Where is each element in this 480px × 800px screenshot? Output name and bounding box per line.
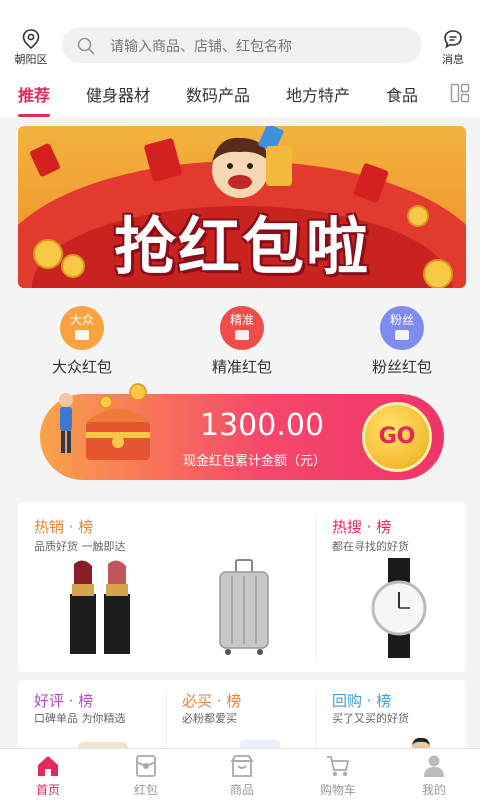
nav-label: 购物车: [319, 783, 356, 797]
cash-total-caption: 现金红包累计金额（元）: [183, 454, 327, 469]
ranking-title: 必买 · 榜: [182, 692, 242, 710]
ranking-subtitle: 都在寻找的好货: [332, 540, 409, 553]
hot-sales-ranking[interactable]: 热销 · 榜 品质好货 一触即达: [18, 502, 316, 672]
promo-banner[interactable]: 抢红包啦: [18, 126, 466, 288]
ranking-title: 好评 · 榜: [34, 692, 94, 710]
tab-food[interactable]: 食品: [386, 82, 418, 106]
nav-label: 我的: [421, 783, 446, 797]
go-label: GO: [378, 424, 416, 449]
home-icon: [38, 756, 58, 776]
ranking-subtitle: 买了又买的好货: [332, 712, 409, 725]
banner-title: 抢红包啦: [113, 210, 370, 283]
ranking-subtitle: 口碑单品 为你精选: [34, 712, 126, 725]
category-public-envelope[interactable]: 大众 大众红包: [32, 306, 132, 377]
red-envelope-icon: [136, 755, 156, 777]
nav-label: 首页: [35, 783, 60, 797]
nav-profile[interactable]: 我的: [404, 753, 464, 798]
envelope-categories: 大众 大众红包 精准 精准红包 粉丝 粉丝红包: [0, 296, 480, 378]
ranking-subtitle: 必粉都爱买: [182, 712, 237, 725]
cart-icon: [327, 756, 349, 776]
rankings-panel-top: 热销 · 榜 品质好货 一触即达 热搜 · 榜 都在寻找的好货: [18, 502, 466, 672]
ranking-title: 热搜 · 榜: [332, 518, 392, 536]
location-pin-icon: [22, 29, 40, 50]
nav-products[interactable]: 商品: [212, 753, 272, 798]
nav-label: 红包: [133, 783, 158, 797]
public-envelope-icon: 大众: [60, 306, 104, 350]
chat-bubble-icon: [444, 30, 462, 49]
suitcase-product-image: [219, 559, 269, 655]
precise-envelope-icon: 精准: [220, 306, 264, 350]
category-label: 精准红包: [211, 358, 272, 376]
lipstick-product-image: [70, 560, 130, 654]
category-label: 粉丝红包: [371, 358, 432, 376]
cash-total-amount: 1300.00: [200, 408, 325, 443]
treasure-chest-icon: [59, 383, 150, 460]
bottom-navigation: 首页 红包 商品 购物车 我的: [0, 748, 480, 800]
location-selector[interactable]: 朝阳区: [8, 28, 54, 67]
tab-recommend[interactable]: 推荐: [18, 82, 50, 106]
watch-product-image: [371, 558, 427, 658]
nav-red-envelope[interactable]: 红包: [116, 753, 176, 798]
category-fans-envelope[interactable]: 粉丝 粉丝红包: [352, 306, 452, 377]
nav-home[interactable]: 首页: [18, 753, 78, 798]
fans-envelope-icon: 粉丝: [380, 306, 424, 350]
ranking-title: 回购 · 榜: [332, 692, 392, 710]
go-button[interactable]: GO: [362, 402, 432, 472]
messages-button[interactable]: 消息: [430, 28, 476, 67]
ranking-title: 热销 · 榜: [34, 518, 94, 536]
search-input[interactable]: 请输入商品、店铺、红包名称: [62, 27, 422, 63]
search-icon: [77, 37, 95, 55]
cash-envelope-summary[interactable]: 1300.00 现金红包累计金额（元） GO: [40, 383, 444, 480]
tab-local-specialty[interactable]: 地方特产: [286, 82, 350, 106]
search-placeholder: 请输入商品、店铺、红包名称: [110, 39, 292, 55]
shop-icon: [230, 755, 254, 777]
messages-label: 消息: [442, 53, 464, 66]
active-tab-indicator: [18, 114, 50, 117]
category-tabs: 推荐 健身器材 数码产品 地方特产 食品: [0, 70, 480, 118]
user-icon: [424, 755, 444, 777]
ranking-subtitle: 品质好货 一触即达: [34, 540, 126, 553]
category-precise-envelope[interactable]: 精准 精准红包: [192, 306, 292, 377]
location-label: 朝阳区: [14, 53, 48, 66]
tab-digital[interactable]: 数码产品: [186, 82, 250, 106]
hot-search-ranking[interactable]: 热搜 · 榜 都在寻找的好货: [316, 502, 466, 672]
category-label: 大众红包: [51, 358, 112, 376]
home-page: 朝阳区 请输入商品、店铺、红包名称 消息 推荐 健身器材 数码产品 地方特产 食…: [0, 0, 480, 800]
tab-fitness[interactable]: 健身器材: [86, 82, 150, 106]
nav-cart[interactable]: 购物车: [308, 753, 368, 798]
nav-label: 商品: [229, 783, 254, 797]
header: 朝阳区 请输入商品、店铺、红包名称 消息: [0, 0, 480, 70]
category-grid-icon[interactable]: [450, 83, 470, 103]
